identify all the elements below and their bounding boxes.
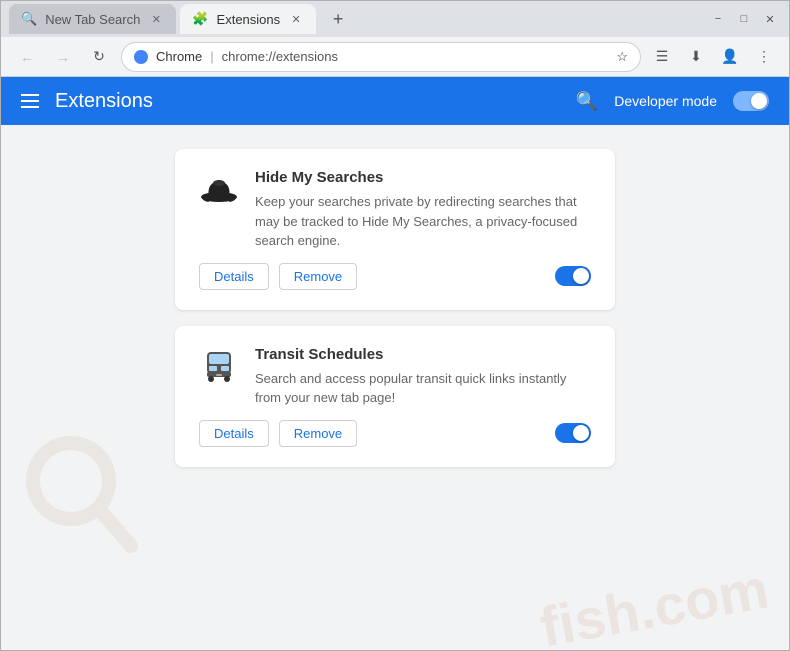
ham-line-3 — [21, 106, 39, 108]
developer-mode-toggle[interactable] — [733, 91, 769, 111]
extensions-page-title: Extensions — [55, 90, 153, 113]
toggle-knob — [751, 93, 767, 109]
watermark-text: fish.com — [535, 556, 773, 650]
new-tab-button[interactable]: + — [324, 5, 352, 33]
back-button[interactable]: ← — [13, 43, 41, 71]
developer-mode-label: Developer mode — [614, 93, 717, 109]
enable-toggle-hide-my-searches[interactable] — [555, 266, 591, 286]
search-tab-icon: 🔍 — [21, 11, 37, 27]
extensions-header: Extensions 🔍 Developer mode — [1, 77, 789, 125]
tab-close-new-tab-search[interactable]: ✕ — [148, 11, 164, 27]
card-header: Transit Schedules Search and access popu… — [199, 346, 591, 408]
hide-my-searches-icon — [199, 169, 239, 209]
transit-schedules-icon — [199, 346, 239, 386]
extensions-content: fish.com Hide My Searches Keep your s — [1, 125, 789, 650]
address-url: chrome://extensions — [222, 49, 338, 64]
maximize-button[interactable]: □ — [733, 8, 755, 30]
site-favicon — [134, 50, 148, 64]
toggle-knob — [573, 268, 589, 284]
transit-schedules-info: Transit Schedules Search and access popu… — [255, 346, 591, 408]
enable-toggle-transit-schedules[interactable] — [555, 423, 591, 443]
address-bar[interactable]: Chrome | chrome://extensions ☆ — [121, 42, 641, 72]
tab-close-extensions[interactable]: ✕ — [288, 11, 304, 27]
nav-bar: ← → ↻ Chrome | chrome://extensions ☆ ☰ ⬇… — [1, 37, 789, 77]
extension-name: Hide My Searches — [255, 169, 591, 186]
tab-new-tab-search[interactable]: 🔍 New Tab Search ✕ — [9, 4, 176, 34]
hamburger-menu[interactable] — [21, 94, 39, 108]
tab-label: New Tab Search — [45, 12, 140, 27]
card-footer: Details Remove — [199, 420, 591, 447]
tab-label: Extensions — [217, 12, 281, 27]
watermark-search-icon — [21, 431, 141, 590]
details-button-hide-my-searches[interactable]: Details — [199, 263, 269, 290]
header-search-icon[interactable]: 🔍 — [576, 91, 598, 112]
details-button-transit-schedules[interactable]: Details — [199, 420, 269, 447]
forward-button[interactable]: → — [49, 43, 77, 71]
card-header: Hide My Searches Keep your searches priv… — [199, 169, 591, 251]
avatar-icon[interactable]: 👤 — [717, 44, 743, 70]
bookmark-icon[interactable]: ☆ — [616, 49, 628, 65]
window-controls: − □ ✕ — [707, 8, 781, 30]
remove-button-hide-my-searches[interactable]: Remove — [279, 263, 357, 290]
toggle-knob — [573, 425, 589, 441]
address-separator: | — [210, 49, 213, 64]
close-button[interactable]: ✕ — [759, 8, 781, 30]
site-name: Chrome — [156, 49, 202, 64]
ham-line-2 — [21, 100, 39, 102]
menu-icon[interactable]: ⋮ — [751, 44, 777, 70]
remove-button-transit-schedules[interactable]: Remove — [279, 420, 357, 447]
ham-line-1 — [21, 94, 39, 96]
extension-description: Search and access popular transit quick … — [255, 369, 591, 408]
extension-name: Transit Schedules — [255, 346, 591, 363]
download-icon[interactable]: ⬇ — [683, 44, 709, 70]
extension-card-transit-schedules: Transit Schedules Search and access popu… — [175, 326, 615, 467]
profile-icon[interactable]: ☰ — [649, 44, 675, 70]
title-bar: 🔍 New Tab Search ✕ 🧩 Extensions ✕ + − □ … — [1, 1, 789, 37]
tab-extensions[interactable]: 🧩 Extensions ✕ — [180, 4, 316, 34]
minimize-button[interactable]: − — [707, 8, 729, 30]
refresh-button[interactable]: ↻ — [85, 43, 113, 71]
extension-card-hide-my-searches: Hide My Searches Keep your searches priv… — [175, 149, 615, 310]
browser-frame: 🔍 New Tab Search ✕ 🧩 Extensions ✕ + − □ … — [0, 0, 790, 651]
extensions-tab-icon: 🧩 — [192, 11, 208, 27]
hide-my-searches-info: Hide My Searches Keep your searches priv… — [255, 169, 591, 251]
extension-description: Keep your searches private by redirectin… — [255, 192, 591, 251]
card-footer: Details Remove — [199, 263, 591, 290]
